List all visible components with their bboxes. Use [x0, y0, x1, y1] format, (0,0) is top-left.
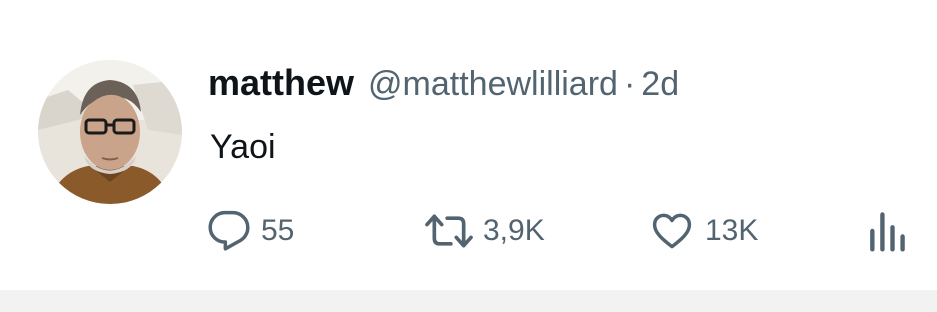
like-count: 13K [705, 214, 759, 247]
display-name[interactable]: matthew [208, 62, 354, 104]
user-handle[interactable]: @matthewlilliard [368, 65, 618, 104]
avatar[interactable] [38, 60, 182, 204]
tweet-header: matthew @matthewlilliard · 2d [208, 62, 679, 108]
repost-count: 3,9K [483, 214, 545, 247]
reply-button[interactable]: 55 [207, 206, 294, 256]
separator-dot: · [623, 65, 636, 103]
repost-icon [425, 214, 473, 248]
reply-icon [208, 210, 250, 251]
like-button[interactable]: 13K [649, 206, 758, 256]
views-button[interactable] [867, 206, 907, 256]
tweet-card[interactable]: matthew @matthewlilliard · 2d Yaoi 55 3,… [0, 0, 937, 290]
tweet-text: Yaoi [210, 128, 276, 166]
bottom-divider [0, 290, 937, 312]
repost-button[interactable]: 3,9K [425, 206, 545, 256]
heart-icon [652, 213, 692, 249]
reply-count: 55 [261, 214, 295, 247]
action-bar: 55 3,9K 13K [207, 206, 927, 256]
views-icon [870, 212, 905, 252]
timestamp[interactable]: 2d [641, 65, 679, 104]
avatar-photo [38, 60, 182, 204]
